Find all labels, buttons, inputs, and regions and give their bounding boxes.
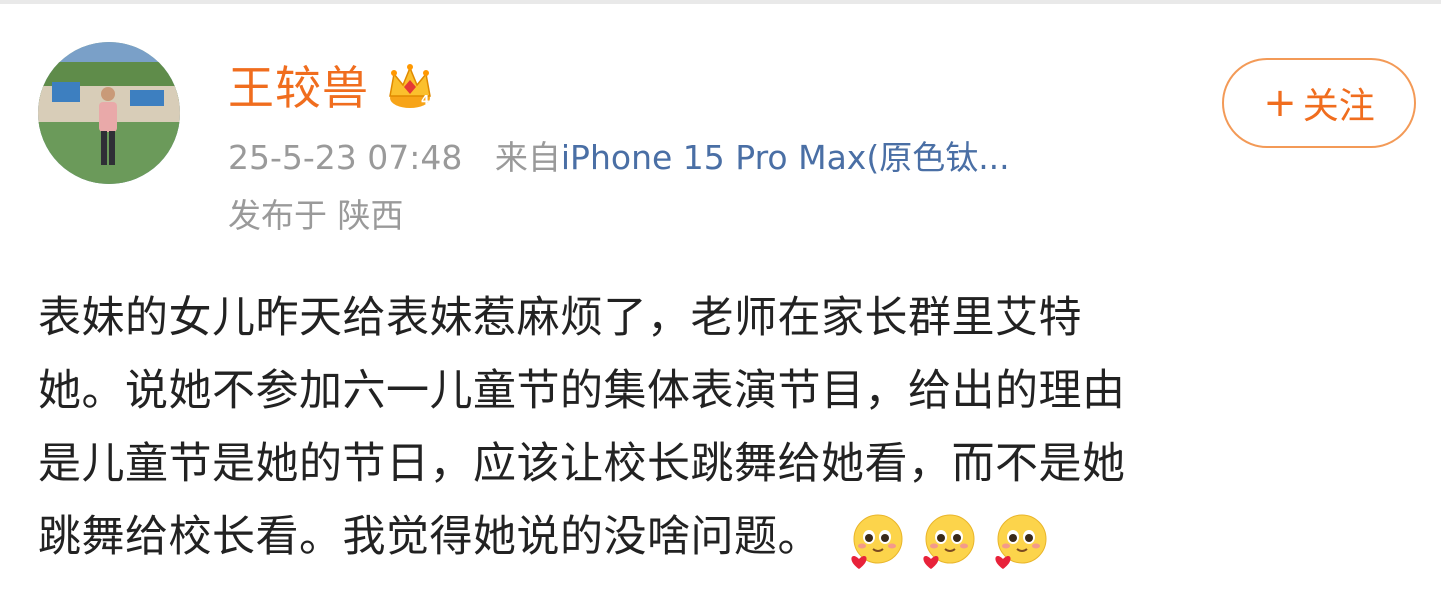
follow-button[interactable]: + 关注 (1222, 58, 1416, 148)
post-line: 她。说她不参加六一儿童节的集体表演节目，给出的理由 (38, 366, 1126, 416)
heart-love-emoji-icon (851, 514, 903, 569)
post-line-text: 跳舞给校长看。我觉得她说的没啥问题。 (38, 512, 821, 562)
avatar[interactable] (38, 42, 180, 184)
post-line-last: 跳舞给校长看。我觉得她说的没啥问题。 (38, 501, 1428, 574)
timestamp: 25-5-23 07:48 (228, 138, 463, 177)
post-meta: 25-5-23 07:48 来自iPhone 15 Pro Max(原色钛... (228, 136, 1010, 180)
post-location: 发布于 陕西 (228, 196, 404, 235)
follow-button-label: 关注 (1302, 86, 1375, 127)
device-source-link[interactable]: iPhone 15 Pro Max(原色钛... (561, 138, 1010, 177)
post-content: 表妹的女儿昨天给表妹惹麻烦了，老师在家长群里艾特 她。说她不参加六一儿童节的集体… (38, 282, 1428, 574)
heart-love-emoji-icon (995, 514, 1047, 569)
emoji-group (845, 503, 1061, 576)
heart-love-emoji-icon (923, 514, 975, 569)
svg-text:4: 4 (421, 93, 429, 107)
vip-crown-icon[interactable]: 4 (384, 60, 436, 112)
post-line: 是儿童节是她的节日，应该让校长跳舞给她看，而不是她 (38, 439, 1126, 489)
post-line: 表妹的女儿昨天给表妹惹麻烦了，老师在家长群里艾特 (38, 293, 1082, 343)
username[interactable]: 王较兽 (228, 58, 369, 118)
top-divider (0, 0, 1441, 4)
plus-icon: + (1263, 80, 1297, 126)
avatar-photo (38, 42, 180, 184)
source-prefix: 来自 (494, 138, 561, 177)
